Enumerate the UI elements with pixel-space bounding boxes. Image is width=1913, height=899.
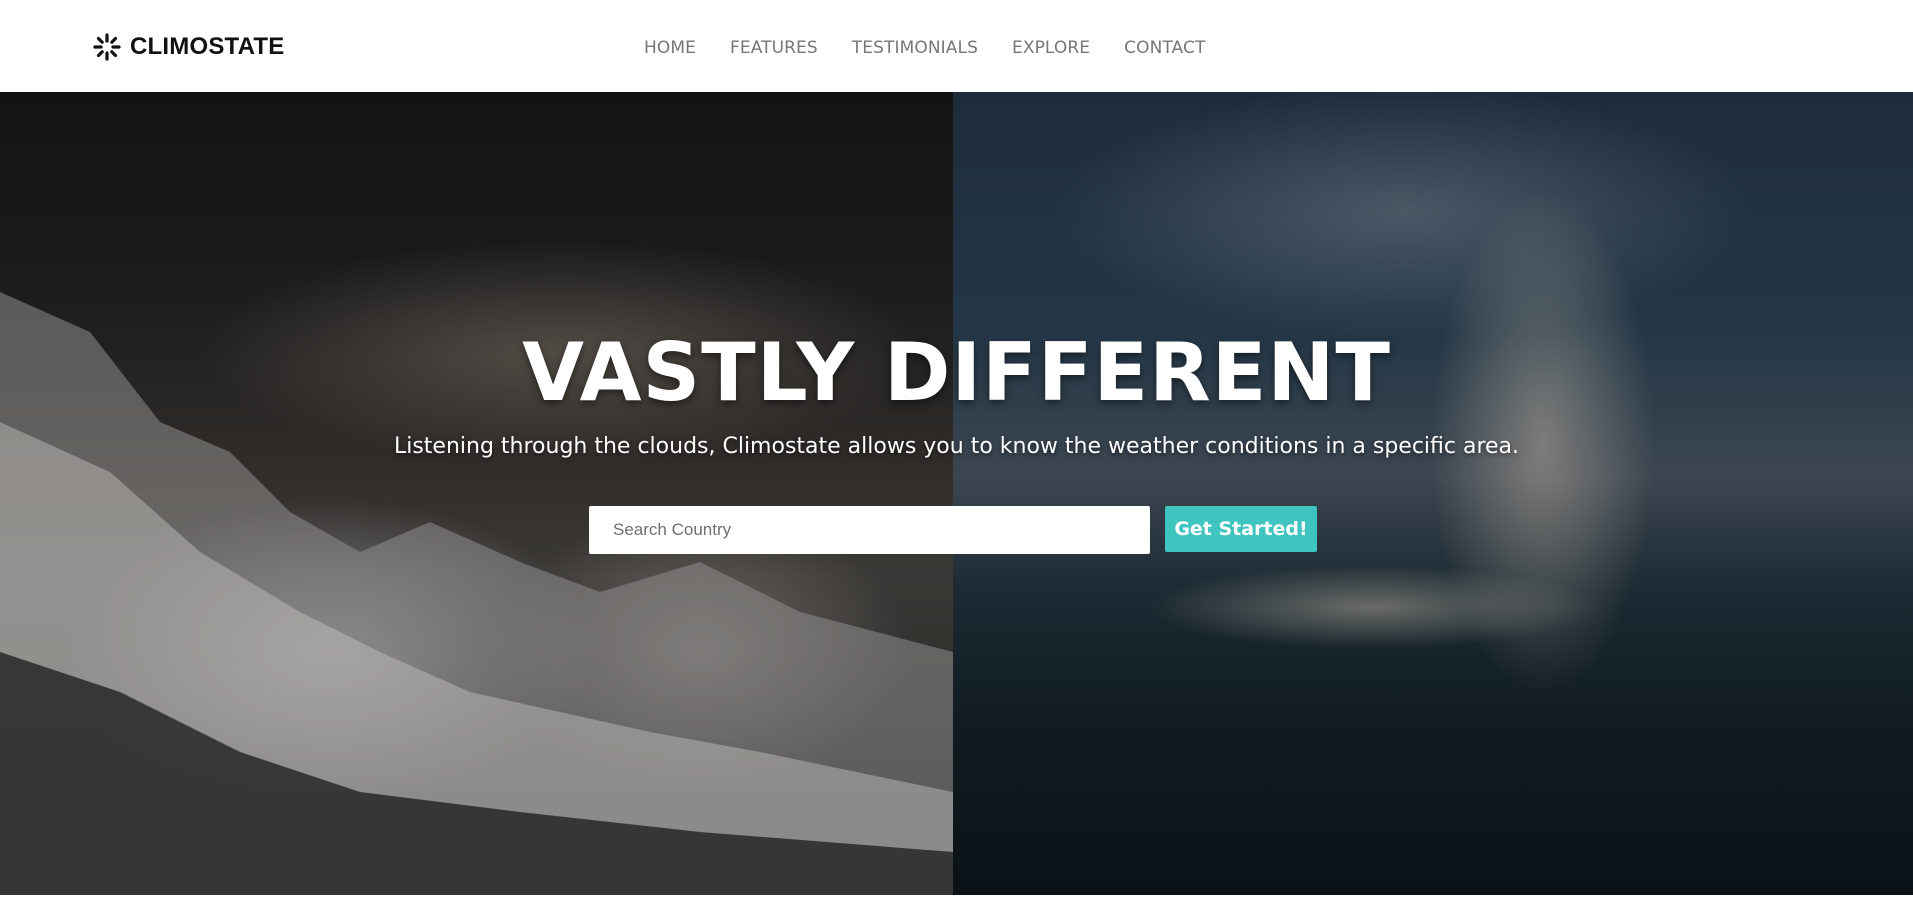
nav-contact[interactable]: CONTACT xyxy=(1124,38,1205,58)
nav-explore[interactable]: EXPLORE xyxy=(1012,38,1090,58)
loader-spinner-icon xyxy=(93,33,121,61)
hero-section: VASTLY DIFFERENT Listening through the c… xyxy=(0,92,1913,895)
brand-logo[interactable]: CLIMOSTATE xyxy=(92,32,284,62)
search-country-input[interactable] xyxy=(589,506,1150,554)
nav-features[interactable]: FEATURES xyxy=(730,38,818,58)
hero-subtitle: Listening through the clouds, Climostate… xyxy=(393,434,1520,459)
main-nav: HOME FEATURES TESTIMONIALS EXPLORE CONTA… xyxy=(644,38,1239,58)
page-bottom-edge xyxy=(0,895,1913,899)
get-started-button[interactable]: Get Started! xyxy=(1165,506,1317,552)
nav-testimonials[interactable]: TESTIMONIALS xyxy=(852,38,978,58)
hero-content: VASTLY DIFFERENT Listening through the c… xyxy=(0,92,1913,895)
top-navbar: CLIMOSTATE HOME FEATURES TESTIMONIALS EX… xyxy=(0,0,1913,92)
hero-title: VASTLY DIFFERENT xyxy=(522,326,1391,419)
nav-home[interactable]: HOME xyxy=(644,38,696,58)
brand-name: CLIMOSTATE xyxy=(130,33,285,60)
